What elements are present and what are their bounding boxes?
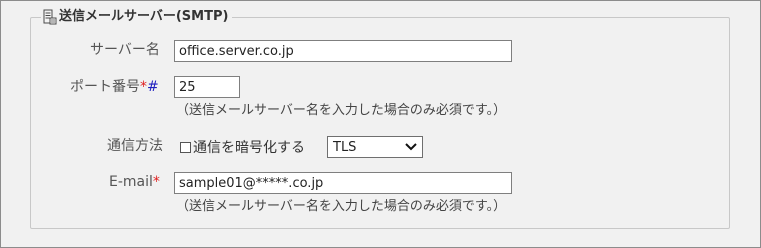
settings-panel: 送信メールサーバー(SMTP) サーバー名 ポート番号*# （送信メールサーバー… <box>0 0 761 248</box>
email-label: E-mail* <box>109 173 160 191</box>
chevron-down-icon <box>405 143 417 151</box>
server-icon <box>43 9 57 25</box>
port-label: ポート番号*# <box>70 78 159 96</box>
email-input[interactable] <box>174 172 512 194</box>
port-note: （送信メールサーバー名を入力した場合のみ必須です。） <box>176 103 507 118</box>
encrypt-checkbox-label: 通信を暗号化する <box>193 140 305 156</box>
port-input[interactable] <box>174 76 240 98</box>
encryption-method-select[interactable]: TLS <box>327 136 423 158</box>
email-note: （送信メールサーバー名を入力した場合のみ必須です。） <box>176 199 507 214</box>
hash-mark: # <box>147 79 159 95</box>
email-required-mark: * <box>152 174 160 190</box>
smtp-legend: 送信メールサーバー(SMTP) <box>41 9 232 25</box>
port-label-text: ポート番号 <box>70 79 140 95</box>
encrypt-checkbox[interactable] <box>180 141 191 153</box>
server-name-input[interactable] <box>174 40 512 62</box>
legend-text: 送信メールサーバー(SMTP) <box>59 9 229 24</box>
required-mark: * <box>140 79 147 95</box>
encryption-method-value: TLS <box>333 139 357 155</box>
server-name-label: サーバー名 <box>90 42 160 58</box>
encryption-label: 通信方法 <box>107 138 163 154</box>
encrypt-checkbox-wrapper[interactable]: 通信を暗号化する <box>180 137 305 157</box>
email-label-text: E-mail <box>109 174 153 190</box>
